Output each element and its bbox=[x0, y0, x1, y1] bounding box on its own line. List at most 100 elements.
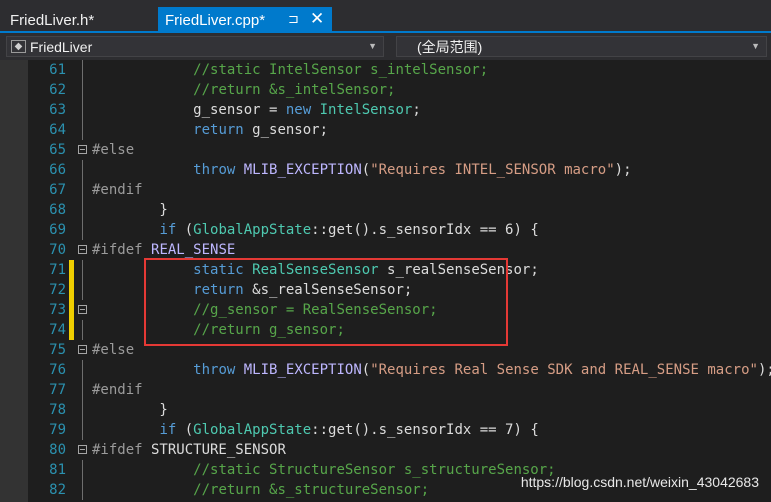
outline-guide bbox=[82, 80, 83, 100]
outline-guide bbox=[82, 160, 83, 180]
code-text: } bbox=[92, 402, 168, 418]
code-text: #endif bbox=[92, 382, 143, 398]
code-line[interactable]: 62 //return &s_intelSensor; bbox=[0, 80, 771, 100]
line-number: 68 bbox=[49, 202, 66, 218]
tab-label: FriedLiver.h* bbox=[10, 11, 95, 29]
scope-dropdown-value: (全局范围) bbox=[417, 38, 483, 55]
line-number: 65 bbox=[49, 142, 66, 158]
code-text: if (GlobalAppState::get().s_sensorIdx ==… bbox=[159, 222, 539, 238]
code-line[interactable]: 72 return &s_realSenseSensor; bbox=[0, 280, 771, 300]
code-text: return &s_realSenseSensor; bbox=[193, 282, 413, 298]
outline-guide bbox=[82, 480, 83, 500]
line-number: 77 bbox=[49, 382, 66, 398]
line-number: 76 bbox=[49, 362, 66, 378]
outline-guide bbox=[82, 400, 83, 420]
code-text: throw MLIB_EXCEPTION("Requires Real Sens… bbox=[193, 362, 771, 378]
code-line[interactable]: 63 g_sensor = new IntelSensor; bbox=[0, 100, 771, 120]
code-line[interactable]: 73 //g_sensor = RealSenseSensor; bbox=[0, 300, 771, 320]
collapse-icon[interactable] bbox=[78, 245, 87, 254]
project-dropdown-value: FriedLiver bbox=[30, 38, 93, 55]
code-line[interactable]: 75 #else bbox=[0, 340, 771, 360]
outline-guide bbox=[82, 320, 83, 340]
line-number: 63 bbox=[49, 102, 66, 118]
document-tab-bar: FriedLiver.h* FriedLiver.cpp* ⊐ ✕ bbox=[0, 0, 771, 33]
close-icon[interactable]: ✕ bbox=[310, 9, 324, 29]
code-text: static RealSenseSensor s_realSenseSensor… bbox=[193, 262, 539, 278]
change-marker bbox=[69, 260, 74, 280]
code-line[interactable]: 68 } bbox=[0, 200, 771, 220]
line-number: 66 bbox=[49, 162, 66, 178]
code-text: #ifdef STRUCTURE_SENSOR bbox=[92, 442, 286, 458]
scope-dropdown[interactable]: (全局范围) ▼ bbox=[396, 36, 767, 57]
code-line[interactable]: 80 #ifdef STRUCTURE_SENSOR bbox=[0, 440, 771, 460]
line-number: 64 bbox=[49, 122, 66, 138]
pin-icon[interactable]: ⊐ bbox=[288, 11, 299, 27]
outline-guide bbox=[82, 180, 83, 200]
watermark: https://blog.csdn.net/weixin_43042683 bbox=[520, 474, 759, 490]
line-number: 67 bbox=[49, 182, 66, 198]
outline-guide bbox=[82, 220, 83, 240]
chevron-down-icon: ▼ bbox=[368, 41, 377, 51]
code-line[interactable]: 69 if (GlobalAppState::get().s_sensorIdx… bbox=[0, 220, 771, 240]
code-text: return g_sensor; bbox=[193, 122, 329, 138]
line-number: 73 bbox=[49, 302, 66, 318]
code-text: //static StructureSensor s_structureSens… bbox=[193, 462, 556, 478]
navigation-bar: ◆ FriedLiver ▼ (全局范围) ▼ bbox=[0, 33, 771, 60]
line-number: 61 bbox=[49, 62, 66, 78]
code-line[interactable]: 78 } bbox=[0, 400, 771, 420]
collapse-icon[interactable] bbox=[78, 445, 87, 454]
change-marker bbox=[69, 320, 74, 340]
tab-friedliver-h[interactable]: FriedLiver.h* bbox=[0, 7, 158, 33]
code-line[interactable]: 74 //return g_sensor; bbox=[0, 320, 771, 340]
line-number: 75 bbox=[49, 342, 66, 358]
line-number: 80 bbox=[49, 442, 66, 458]
code-line[interactable]: 71 static RealSenseSensor s_realSenseSen… bbox=[0, 260, 771, 280]
code-line[interactable]: 77 #endif bbox=[0, 380, 771, 400]
line-number: 72 bbox=[49, 282, 66, 298]
outline-guide bbox=[82, 260, 83, 280]
code-line[interactable]: 76 throw MLIB_EXCEPTION("Requires Real S… bbox=[0, 360, 771, 380]
code-text: //return &s_structureSensor; bbox=[193, 482, 430, 498]
line-number: 78 bbox=[49, 402, 66, 418]
tab-friedliver-cpp[interactable]: FriedLiver.cpp* ⊐ ✕ bbox=[158, 7, 332, 33]
outline-guide bbox=[82, 60, 83, 80]
code-line[interactable]: 70 #ifdef REAL_SENSE bbox=[0, 240, 771, 260]
code-text: if (GlobalAppState::get().s_sensorIdx ==… bbox=[159, 422, 539, 438]
line-number: 74 bbox=[49, 322, 66, 338]
code-text: #endif bbox=[92, 182, 143, 198]
outline-guide bbox=[82, 460, 83, 480]
line-number: 79 bbox=[49, 422, 66, 438]
outline-guide bbox=[82, 120, 83, 140]
code-text: //g_sensor = RealSenseSensor; bbox=[193, 302, 438, 318]
code-text: throw MLIB_EXCEPTION("Requires INTEL_SEN… bbox=[193, 162, 632, 178]
change-marker bbox=[69, 280, 74, 300]
code-text: #ifdef REAL_SENSE bbox=[92, 242, 236, 258]
change-marker bbox=[69, 300, 74, 320]
code-text: //static IntelSensor s_intelSensor; bbox=[193, 62, 489, 78]
collapse-icon[interactable] bbox=[78, 305, 87, 314]
code-line[interactable]: 66 throw MLIB_EXCEPTION("Requires INTEL_… bbox=[0, 160, 771, 180]
code-line[interactable]: 79 if (GlobalAppState::get().s_sensorIdx… bbox=[0, 420, 771, 440]
outline-guide bbox=[82, 420, 83, 440]
outline-guide bbox=[82, 380, 83, 400]
code-line[interactable]: 67 #endif bbox=[0, 180, 771, 200]
code-line[interactable]: 64 return g_sensor; bbox=[0, 120, 771, 140]
code-text: #else bbox=[92, 342, 135, 358]
outline-guide bbox=[82, 360, 83, 380]
line-number: 69 bbox=[49, 222, 66, 238]
project-dropdown[interactable]: ◆ FriedLiver ▼ bbox=[6, 36, 384, 57]
collapse-icon[interactable] bbox=[78, 145, 87, 154]
code-line[interactable]: 65 #else bbox=[0, 140, 771, 160]
line-number: 81 bbox=[49, 462, 66, 478]
code-editor[interactable]: 61 //static IntelSensor s_intelSensor; 62… bbox=[0, 60, 771, 502]
line-number: 70 bbox=[49, 242, 66, 258]
code-text: } bbox=[92, 202, 168, 218]
collapse-icon[interactable] bbox=[78, 345, 87, 354]
outline-guide bbox=[82, 100, 83, 120]
code-text: g_sensor = new IntelSensor; bbox=[92, 102, 421, 118]
code-line[interactable]: 61 //static IntelSensor s_intelSensor; bbox=[0, 60, 771, 80]
code-text: #else bbox=[92, 142, 135, 158]
line-number: 71 bbox=[49, 262, 66, 278]
chevron-down-icon: ▼ bbox=[751, 41, 760, 51]
line-number: 62 bbox=[49, 82, 66, 98]
